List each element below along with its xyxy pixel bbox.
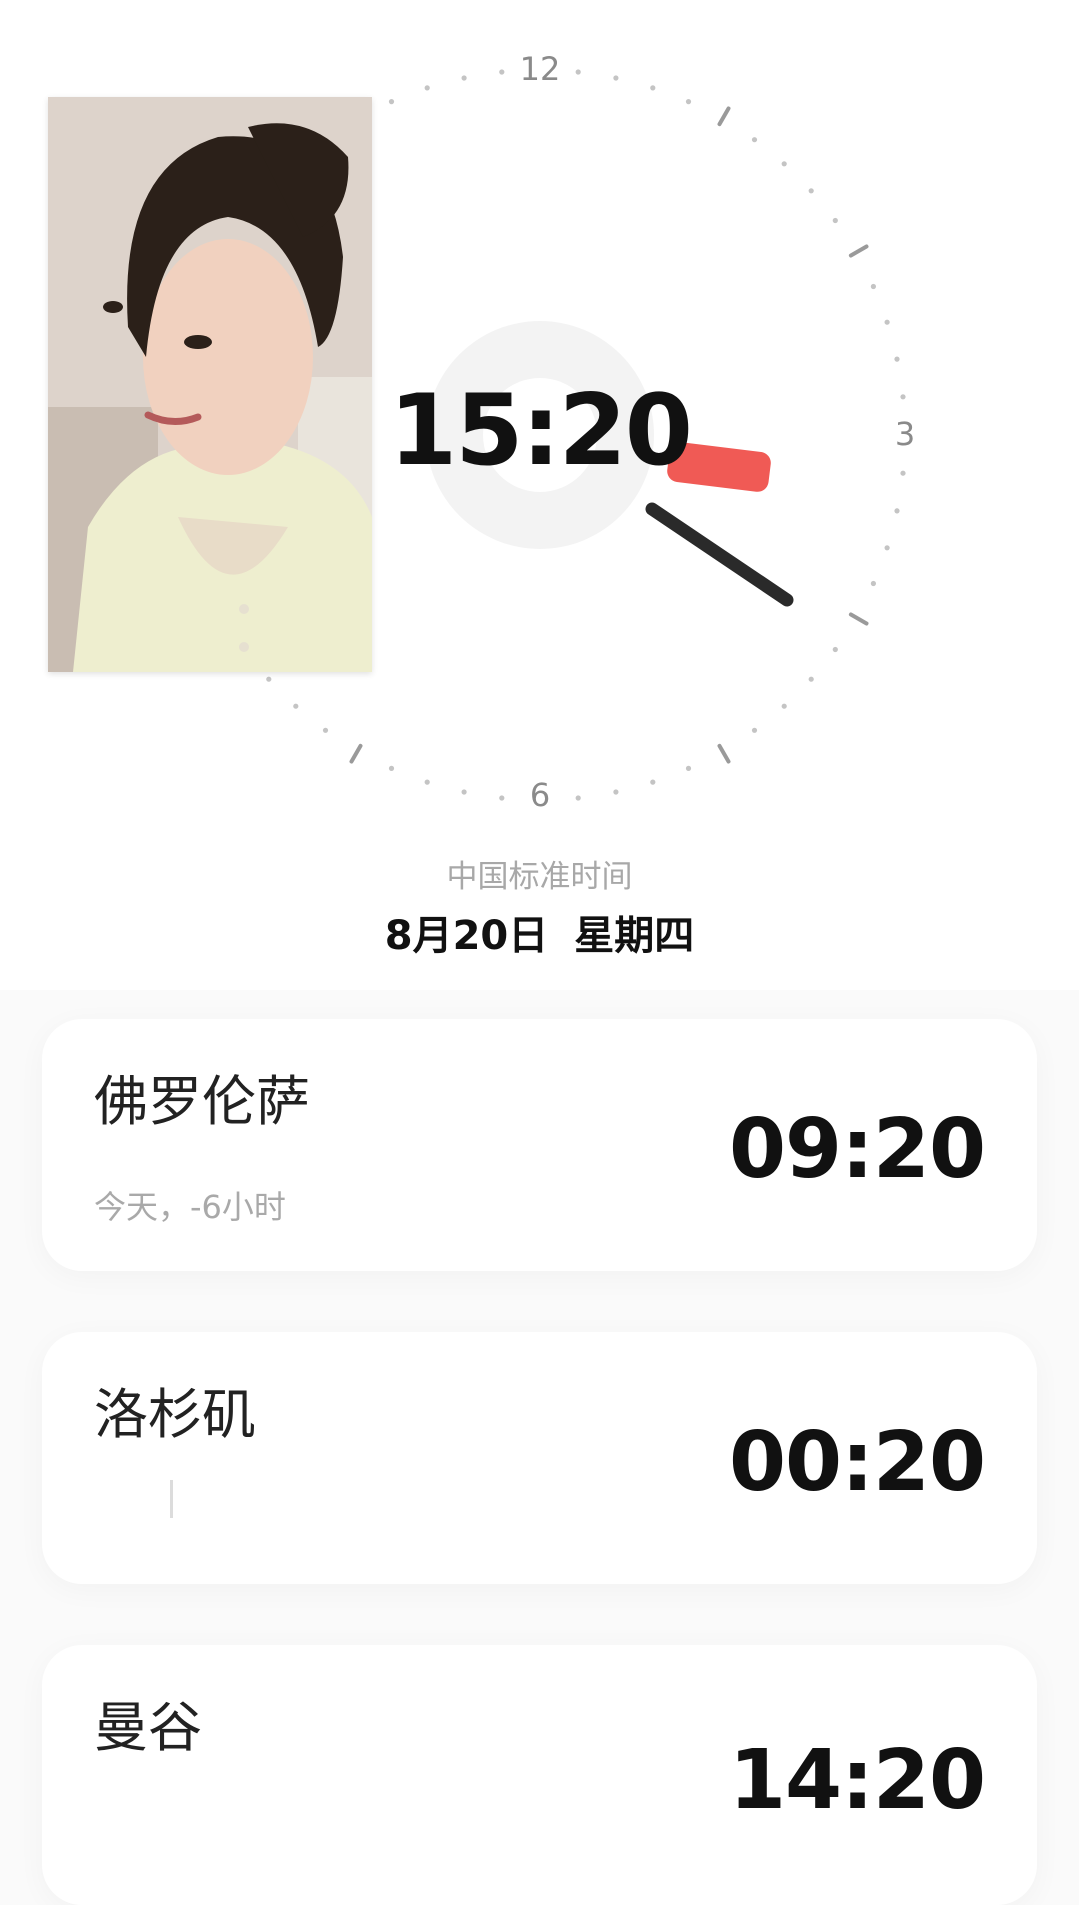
- hour-tick: [717, 743, 731, 764]
- minute-tick: [685, 765, 692, 772]
- city-card-los-angeles[interactable]: 洛杉矶 00:20: [42, 1332, 1037, 1584]
- minute-tick: [388, 765, 395, 772]
- minute-tick: [424, 779, 430, 785]
- hour-tick: [349, 743, 363, 764]
- minute-tick: [751, 137, 758, 143]
- minute-tick: [870, 283, 877, 290]
- date-text: 8月20日: [384, 913, 549, 959]
- minute-tick: [808, 676, 814, 682]
- minute-tick: [808, 188, 814, 194]
- dial-number-3: 3: [895, 415, 915, 453]
- minute-tick: [884, 545, 890, 551]
- city-offset: 今天，-6小时: [94, 1188, 286, 1226]
- city-time: 00:20: [728, 1415, 986, 1510]
- minute-tick: [499, 69, 505, 75]
- minute-tick: [884, 319, 890, 325]
- minute-tick: [832, 217, 838, 224]
- minute-tick: [461, 75, 467, 81]
- city-name: 洛杉矶: [94, 1383, 256, 1446]
- minute-tick: [293, 703, 299, 709]
- hour-tick: [717, 106, 731, 127]
- minute-tick: [650, 779, 656, 785]
- minute-tick: [894, 356, 900, 362]
- main-digital-time: 15:20: [389, 374, 693, 488]
- date-line: 8月20日 星期四: [0, 916, 1079, 956]
- hour-tick: [848, 244, 869, 258]
- minute-tick: [613, 75, 619, 81]
- text-cursor: [170, 1480, 173, 1518]
- timezone-label: 中国标准时间: [446, 859, 633, 895]
- dial-number-6: 6: [530, 776, 550, 814]
- minute-tick: [751, 727, 758, 733]
- minute-tick: [424, 85, 430, 91]
- minute-tick: [461, 789, 467, 795]
- minute-tick: [575, 69, 581, 75]
- minute-tick: [388, 99, 395, 105]
- dial-number-12: 12: [520, 50, 561, 88]
- city-time: 14:20: [728, 1733, 986, 1828]
- minute-tick: [781, 161, 787, 167]
- weekday-text: 星期四: [574, 913, 695, 959]
- city-card-bangkok[interactable]: 曼谷 14:20: [42, 1645, 1037, 1905]
- minute-tick: [685, 99, 692, 105]
- hour-tick: [848, 612, 869, 626]
- city-time: 09:20: [728, 1102, 986, 1197]
- minute-tick: [322, 727, 329, 733]
- minute-tick: [894, 508, 900, 514]
- city-name: 佛罗伦萨: [94, 1070, 310, 1133]
- city-name: 曼谷: [94, 1696, 202, 1759]
- city-card-florence[interactable]: 佛罗伦萨 今天，-6小时 09:20: [42, 1019, 1037, 1271]
- minute-tick: [870, 580, 877, 587]
- minute-tick: [832, 646, 838, 653]
- minute-tick: [575, 795, 581, 801]
- minute-tick: [900, 394, 906, 400]
- minute-tick: [266, 676, 272, 682]
- minute-tick: [781, 703, 787, 709]
- minute-tick: [900, 470, 906, 476]
- hour-hand: [645, 502, 794, 607]
- minute-tick: [650, 85, 656, 91]
- clock-photo: [48, 97, 372, 672]
- minute-tick: [499, 795, 505, 801]
- minute-tick: [613, 789, 619, 795]
